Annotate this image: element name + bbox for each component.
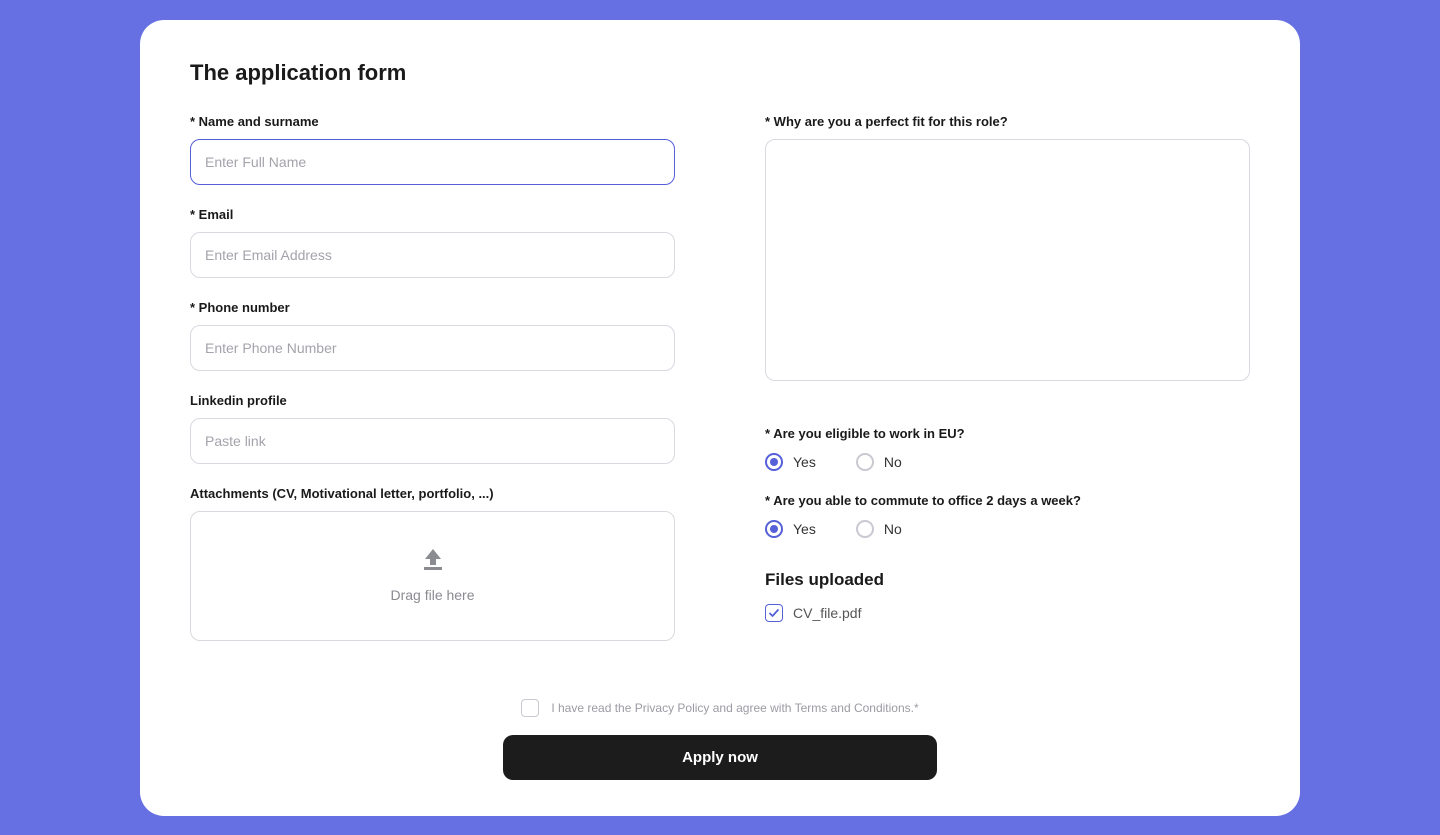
radio-icon (765, 520, 783, 538)
file-dropzone[interactable]: Drag file here (190, 511, 675, 641)
name-group: * Name and surname (190, 114, 675, 185)
form-title: The application form (190, 60, 1250, 86)
uploaded-file-item[interactable]: CV_file.pdf (765, 604, 1250, 622)
linkedin-group: Linkedin profile (190, 393, 675, 464)
radio-icon (765, 453, 783, 471)
attachments-label: Attachments (CV, Motivational letter, po… (190, 486, 675, 501)
file-name: CV_file.pdf (793, 605, 861, 621)
fit-textarea[interactable] (765, 139, 1250, 381)
phone-group: * Phone number (190, 300, 675, 371)
commute-group: * Are you able to commute to office 2 da… (765, 493, 1250, 538)
consent-row: I have read the Privacy Policy and agree… (521, 699, 918, 717)
commute-radio-yes[interactable]: Yes (765, 520, 816, 538)
consent-text: I have read the Privacy Policy and agree… (551, 701, 918, 715)
phone-label: * Phone number (190, 300, 675, 315)
commute-radio-no[interactable]: No (856, 520, 902, 538)
radio-icon (856, 453, 874, 471)
phone-input[interactable] (190, 325, 675, 371)
files-heading: Files uploaded (765, 570, 1250, 590)
form-columns: * Name and surname * Email * Phone numbe… (190, 114, 1250, 663)
fit-group: * Why are you a perfect fit for this rol… (765, 114, 1250, 386)
commute-label: * Are you able to commute to office 2 da… (765, 493, 1250, 508)
commute-no-label: No (884, 521, 902, 537)
commute-yes-label: Yes (793, 521, 816, 537)
commute-radio-group: Yes No (765, 520, 1250, 538)
linkedin-input[interactable] (190, 418, 675, 464)
name-input[interactable] (190, 139, 675, 185)
eu-radio-group: Yes No (765, 453, 1250, 471)
form-right-column: * Why are you a perfect fit for this rol… (765, 114, 1250, 663)
eu-radio-yes[interactable]: Yes (765, 453, 816, 471)
eu-yes-label: Yes (793, 454, 816, 470)
name-label: * Name and surname (190, 114, 675, 129)
fit-label: * Why are you a perfect fit for this rol… (765, 114, 1250, 129)
files-uploaded-section: Files uploaded CV_file.pdf (765, 570, 1250, 622)
linkedin-label: Linkedin profile (190, 393, 675, 408)
email-group: * Email (190, 207, 675, 278)
upload-icon (423, 549, 443, 571)
form-left-column: * Name and surname * Email * Phone numbe… (190, 114, 675, 663)
consent-checkbox[interactable] (521, 699, 539, 717)
apply-now-button[interactable]: Apply now (503, 735, 937, 780)
form-footer: I have read the Privacy Policy and agree… (190, 699, 1250, 780)
eu-no-label: No (884, 454, 902, 470)
eu-radio-no[interactable]: No (856, 453, 902, 471)
eu-group: * Are you eligible to work in EU? Yes No (765, 426, 1250, 471)
attachments-group: Attachments (CV, Motivational letter, po… (190, 486, 675, 641)
email-input[interactable] (190, 232, 675, 278)
file-check-icon (765, 604, 783, 622)
eu-label: * Are you eligible to work in EU? (765, 426, 1250, 441)
application-form-card: The application form * Name and surname … (140, 20, 1300, 816)
radio-icon (856, 520, 874, 538)
dropzone-text: Drag file here (390, 587, 474, 603)
email-label: * Email (190, 207, 675, 222)
